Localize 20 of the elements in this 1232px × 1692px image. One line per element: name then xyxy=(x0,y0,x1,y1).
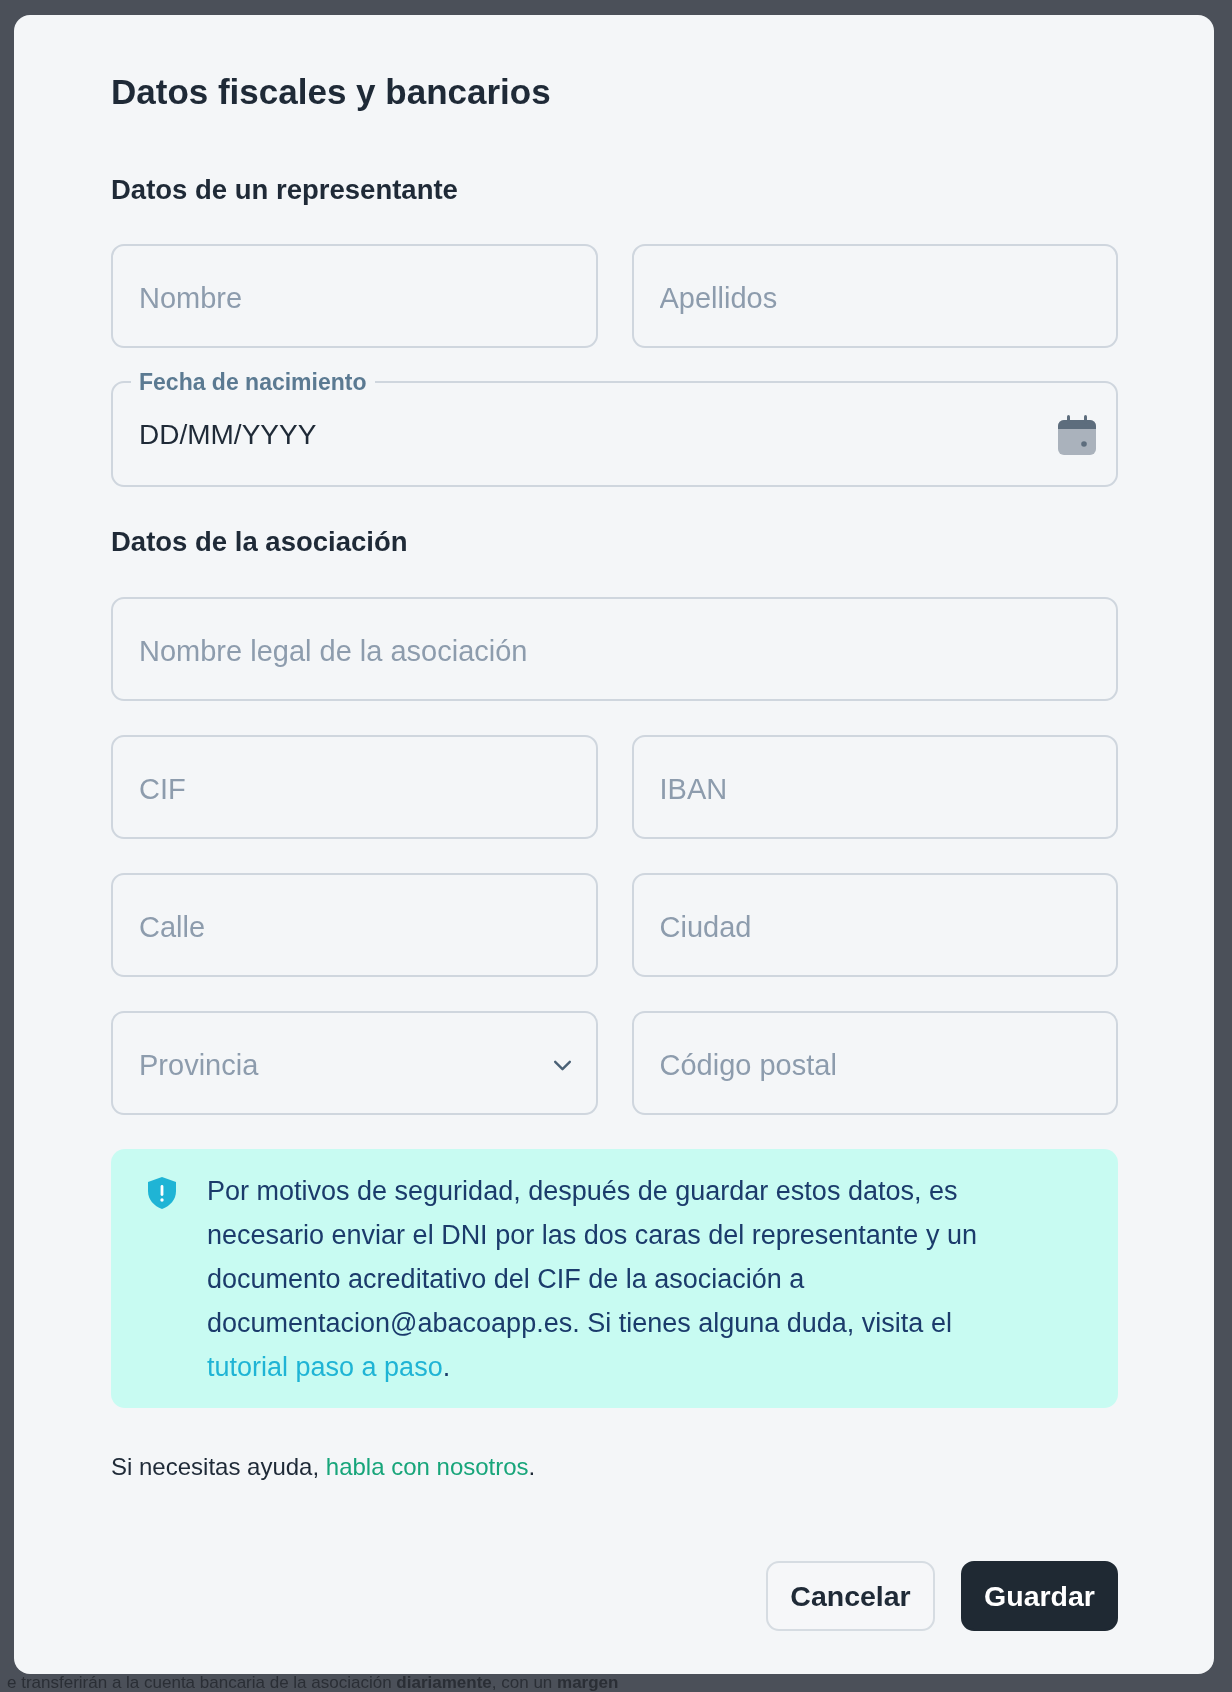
text-field[interactable]: IBAN xyxy=(631,735,1118,839)
text-field[interactable]: Código postal xyxy=(631,1011,1118,1115)
shield-alert-icon xyxy=(147,1177,177,1209)
save-button[interactable]: Guardar xyxy=(961,1561,1118,1631)
field-label: Fecha de nacimiento xyxy=(138,369,368,395)
section-heading: Datos de la asociación xyxy=(111,526,409,558)
text-field[interactable]: Ciudad xyxy=(631,873,1118,977)
text-field[interactable]: Nombre legal de la asociación xyxy=(111,597,1118,701)
calendar-icon[interactable] xyxy=(1058,414,1096,455)
date-field[interactable]: Fecha de nacimiento DD/MM/YYYY xyxy=(111,369,1118,487)
text-field[interactable]: Calle xyxy=(111,873,598,977)
section-heading: Datos de un representante xyxy=(111,174,459,206)
text-field[interactable]: Apellidos xyxy=(631,244,1118,348)
dialog-title: Datos fiscales y bancarios xyxy=(111,71,552,113)
help-text: Si necesitas ayuda, habla con nosotros. xyxy=(111,1452,537,1482)
text-field[interactable]: Nombre xyxy=(111,244,598,348)
security-notice-text: Por motivos de seguridad, después de guardar estos datos, es necesario enviar el DNI por las dos caras del representante y un documento acreditativo del CIF de la asociación a documentacion@abacoapp.es. Si tienes alguna duda, visita el tutorial paso a paso. xyxy=(207,1175,978,1384)
cancel-button[interactable]: Cancelar xyxy=(766,1561,935,1631)
chevron-down-icon xyxy=(552,1059,572,1071)
text-field[interactable]: CIF xyxy=(111,735,598,839)
